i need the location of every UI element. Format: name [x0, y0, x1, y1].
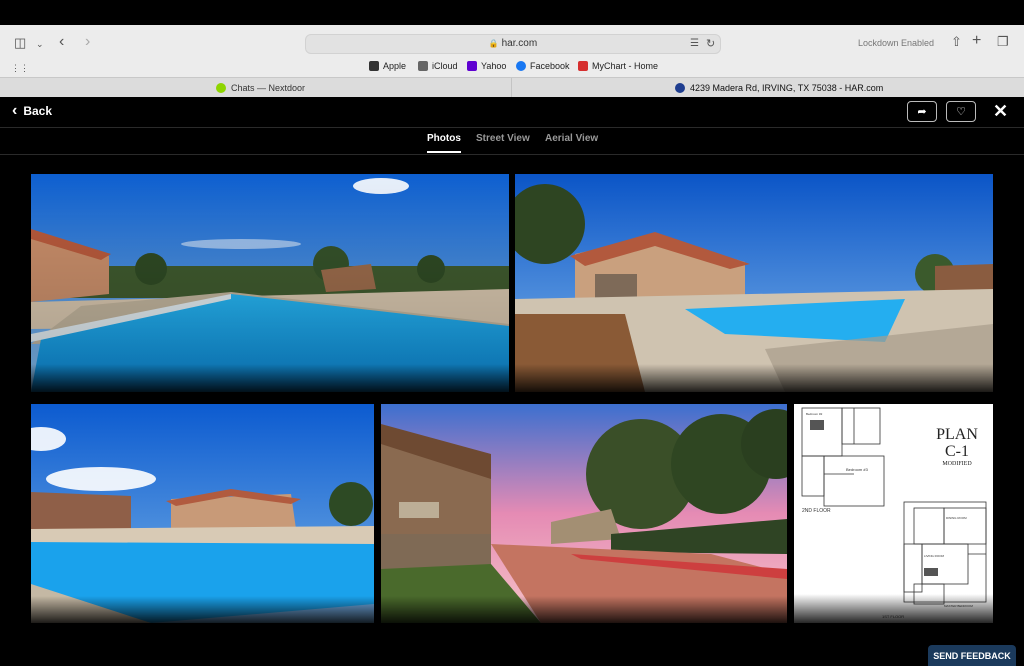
back-button[interactable]: ‹ Back: [12, 102, 53, 119]
mychart-icon: [578, 61, 588, 71]
tab-label: 4239 Madera Rd, IRVING, TX 75038 - HAR.c…: [690, 83, 884, 93]
favorite-icloud[interactable]: iCloud: [418, 61, 458, 71]
photo-pool-clubhouse[interactable]: [515, 174, 993, 392]
view-tabs: Photos Street View Aerial View: [0, 128, 1024, 155]
grid-icon[interactable]: ⋮⋮: [11, 61, 29, 75]
tab-aerial-view[interactable]: Aerial View: [545, 133, 598, 144]
close-x-icon: ✕: [993, 101, 1009, 121]
url-text: har.com: [501, 38, 538, 49]
back-nav-icon[interactable]: ‹: [59, 34, 64, 50]
browser-tab-bar: Chats — Nextdoor 4239 Madera Rd, IRVING,…: [0, 77, 1024, 98]
plan-title-line1: PLAN: [936, 426, 978, 443]
chevron-down-icon[interactable]: ⌄: [36, 37, 44, 51]
favorite-button[interactable]: ♡: [946, 101, 976, 122]
pool-scene-3: [31, 404, 374, 623]
har-icon: [675, 83, 685, 93]
share-arrow-icon: ➦: [917, 106, 927, 118]
icloud-icon: [418, 61, 428, 71]
living-label: LIVING ROOM: [924, 554, 945, 558]
favorite-label: iCloud: [432, 61, 458, 71]
dining-label: DINING ROOM: [946, 516, 967, 520]
facebook-icon: [516, 61, 526, 71]
close-button[interactable]: ✕: [993, 101, 1008, 122]
favorite-label: Facebook: [530, 61, 570, 71]
favorite-label: MyChart - Home: [592, 61, 659, 71]
yahoo-icon: [467, 61, 477, 71]
share-button[interactable]: ➦: [907, 101, 937, 122]
tab-har[interactable]: 4239 Madera Rd, IRVING, TX 75038 - HAR.c…: [675, 78, 883, 98]
tab-nextdoor[interactable]: Chats — Nextdoor: [216, 78, 305, 98]
favorite-apple[interactable]: Apple: [369, 61, 406, 71]
forward-nav-icon[interactable]: ›: [85, 34, 90, 50]
plan-title: PLAN C-1 MODIFIED: [922, 426, 992, 468]
favorite-label: Apple: [383, 61, 407, 71]
bedroom3-label: Bedroom #3: [846, 467, 868, 472]
pool-scene-1: [31, 174, 509, 392]
favorite-label: Yahoo: [481, 61, 507, 71]
new-tab-icon[interactable]: +: [972, 33, 981, 49]
photo-pool-1[interactable]: [31, 174, 509, 392]
photo-entrance-sunset[interactable]: [381, 404, 787, 623]
screen-top-bar: [0, 0, 1024, 25]
tab-label: Chats — Nextdoor: [231, 83, 306, 93]
plan-title-line2: C-1: [945, 443, 969, 460]
tab-street-view[interactable]: Street View: [476, 133, 530, 144]
photo-floorplan[interactable]: PLAN C-1 MODIFIED 2ND FLOOR Bedroom #3 B…: [794, 404, 993, 623]
apple-icon: [369, 61, 379, 71]
reload-icon[interactable]: ↻: [706, 37, 715, 51]
entrance-scene: [381, 404, 787, 623]
favorites-bar: ⋮⋮ Apple iCloud Yahoo Facebook MyChart -…: [0, 57, 1024, 77]
tab-photos[interactable]: Photos: [427, 133, 461, 153]
favorite-yahoo[interactable]: Yahoo: [467, 61, 506, 71]
address-bar[interactable]: 🔒 har.com ☰ ↻: [305, 34, 721, 54]
nextdoor-icon: [216, 83, 226, 93]
gallery-header: ‹ Back ➦ ♡ ✕: [0, 97, 1024, 128]
share-icon[interactable]: ⇧: [951, 35, 962, 49]
favorite-facebook[interactable]: Facebook: [516, 61, 570, 71]
send-feedback-button[interactable]: SEND FEEDBACK: [928, 645, 1016, 666]
tab-divider: [511, 78, 512, 98]
chevron-left-icon: ‹: [12, 102, 18, 119]
plan-subtitle: MODIFIED: [942, 461, 972, 467]
pool-scene-2: [515, 174, 993, 392]
heart-icon: ♡: [956, 106, 966, 118]
bedroom2-label: Bedroom #2: [806, 412, 823, 416]
tab-overview-icon[interactable]: ❐: [997, 35, 1009, 49]
photo-pool-2[interactable]: [31, 404, 374, 623]
lockdown-status: Lockdown Enabled: [858, 38, 935, 48]
floor-2-label: 2ND FLOOR: [802, 508, 831, 514]
back-label: Back: [23, 104, 53, 118]
sidebar-toggle-icon[interactable]: ◫: [14, 36, 26, 50]
translate-icon[interactable]: ☰: [690, 37, 699, 51]
favorite-mychart[interactable]: MyChart - Home: [578, 61, 658, 71]
photo-fade: [794, 594, 993, 623]
lock-icon: 🔒: [488, 39, 499, 48]
